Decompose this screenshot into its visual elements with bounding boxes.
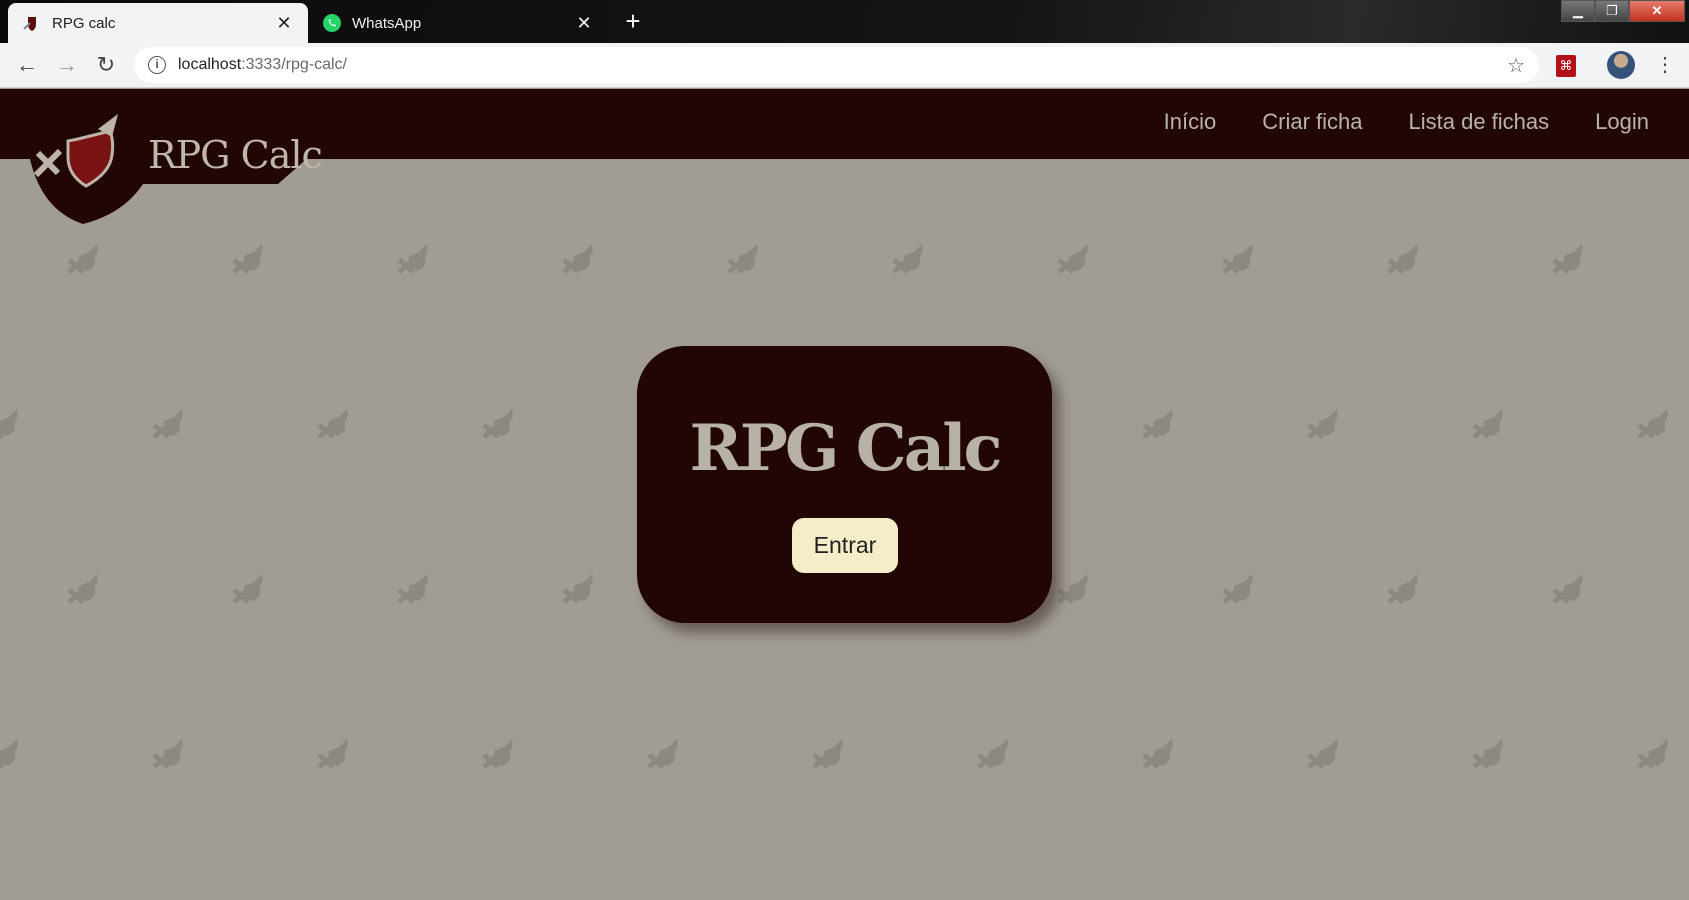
more-menu-icon[interactable]: ⋮ bbox=[1655, 52, 1675, 77]
hero-title: RPG Calc bbox=[689, 411, 1003, 486]
nav-lista-de-fichas[interactable]: Lista de fichas bbox=[1409, 109, 1550, 135]
rpg-calc-favicon-icon bbox=[23, 17, 36, 31]
forward-arrow-icon[interactable]: → bbox=[52, 51, 82, 81]
page-content: Início Criar ficha Lista de fichas Login… bbox=[0, 89, 1689, 900]
nav-inicio[interactable]: Início bbox=[1164, 109, 1217, 135]
window-close-icon[interactable]: ✕ bbox=[1629, 0, 1685, 22]
tab-close-icon[interactable]: ✕ bbox=[574, 13, 594, 34]
enter-button[interactable]: Entrar bbox=[792, 518, 898, 573]
main-nav: Início Criar ficha Lista de fichas Login bbox=[1164, 109, 1649, 135]
star-icon[interactable]: ☆ bbox=[1507, 53, 1525, 78]
new-tab-button[interactable]: + bbox=[618, 6, 648, 36]
hero-card: RPG Calc Entrar bbox=[637, 346, 1052, 623]
logo-text: RPG Calc bbox=[148, 133, 323, 177]
nav-login[interactable]: Login bbox=[1595, 109, 1649, 135]
url-host: localhost bbox=[178, 56, 242, 73]
nav-criar-ficha[interactable]: Criar ficha bbox=[1262, 109, 1362, 135]
pdf-extension-icon[interactable]: ⌘ bbox=[1556, 55, 1576, 77]
tab-whatsapp[interactable]: WhatsApp ✕ bbox=[308, 3, 608, 43]
url-path: :3333/rpg-calc/ bbox=[241, 56, 347, 73]
whatsapp-favicon-icon bbox=[323, 14, 341, 32]
reload-icon[interactable]: ↻ bbox=[91, 51, 121, 81]
minimize-icon[interactable]: ▁ bbox=[1561, 0, 1595, 22]
url-text[interactable]: localhost:3333/rpg-calc/ bbox=[178, 56, 1507, 74]
tab-title: WhatsApp bbox=[352, 14, 422, 32]
back-arrow-icon[interactable]: ← bbox=[12, 51, 42, 81]
tab-close-icon[interactable]: ✕ bbox=[274, 13, 294, 34]
address-bar[interactable]: i localhost:3333/rpg-calc/ ☆ bbox=[134, 47, 1539, 83]
tab-title: RPG calc bbox=[52, 14, 116, 32]
tab-rpg-calc[interactable]: RPG calc ✕ bbox=[8, 3, 308, 43]
info-icon[interactable]: i bbox=[148, 56, 166, 74]
site-logo[interactable]: RPG Calc bbox=[28, 89, 338, 224]
browser-tab-bar: RPG calc ✕ WhatsApp ✕ + ▁ ❐ ✕ bbox=[0, 0, 1689, 43]
restore-icon[interactable]: ❐ bbox=[1595, 0, 1629, 22]
profile-avatar-icon[interactable] bbox=[1607, 51, 1635, 79]
browser-toolbar: ← → ↻ i localhost:3333/rpg-calc/ ☆ ⌘ ⋮ bbox=[0, 43, 1689, 88]
window-controls: ▁ ❐ ✕ bbox=[1561, 0, 1685, 22]
